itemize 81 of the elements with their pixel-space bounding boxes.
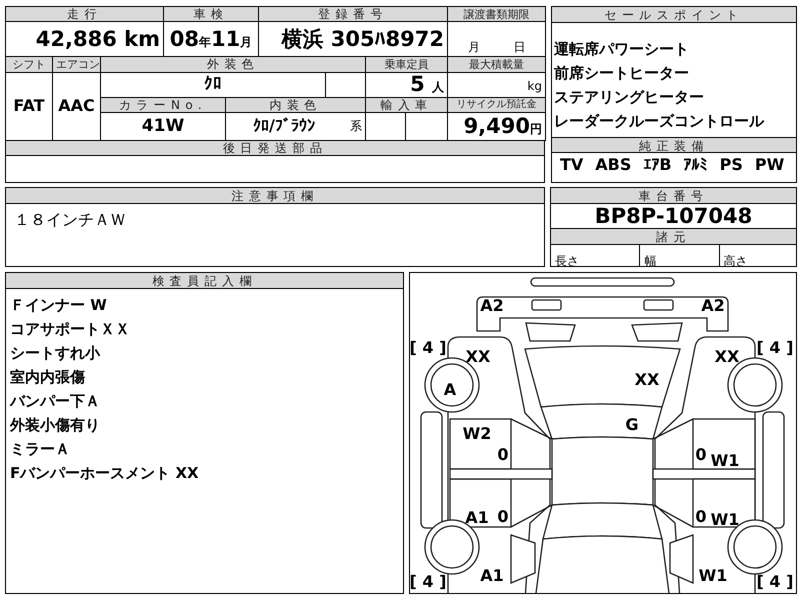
damage-code: XX — [634, 370, 660, 389]
damage-code: A2 — [480, 296, 504, 315]
equipment-item: PW — [754, 154, 784, 176]
field-label: 後日発送部品 — [6, 140, 544, 156]
damage-code: A — [444, 380, 456, 399]
inspector-note: Fバンパーホースメント XX — [10, 464, 199, 482]
section-header: 諸元 — [551, 229, 796, 245]
damage-code: 0 — [497, 507, 509, 526]
section-header: 車台番号 — [551, 188, 796, 204]
inspector-note: ミラーＡ — [10, 440, 70, 458]
chassis-number: BP8P-107048 — [594, 204, 752, 228]
damage-code: [ 4 ] — [756, 338, 794, 357]
field-value: FAT — [6, 72, 52, 140]
field-label: 最大積載量 — [448, 57, 546, 72]
equipment-item: ｴｱB — [643, 154, 672, 176]
field-value: AAC — [52, 72, 100, 140]
inspector-note: シートすれ小 — [10, 344, 100, 362]
field-label: シフト — [6, 57, 52, 72]
damage-code: A1 — [480, 566, 504, 585]
field-label: 乗車定員 — [366, 57, 448, 72]
sale-point-text: レーダークルーズコントロール — [554, 112, 764, 130]
field-value: ｸﾛ/ﾌﾞﾗｳﾝ — [253, 118, 315, 134]
field-label: 走行 — [6, 6, 164, 22]
equipment-item: TV — [560, 154, 584, 176]
damage-code: A2 — [701, 296, 725, 315]
damage-code: [ 4 ] — [756, 572, 794, 591]
field-label: 車検 — [164, 6, 258, 22]
sale-point-text: 運転席パワーシート — [554, 40, 689, 58]
unit-label: 月 — [468, 41, 480, 53]
inspector-note: 外装小傷有り — [10, 416, 100, 434]
year-value: 08 — [170, 26, 199, 50]
inspector-note: 室内内張傷 — [10, 368, 85, 386]
field-label: リサイクル預託金 — [448, 97, 546, 112]
field-label: 輸入車 — [366, 97, 448, 112]
damage-code: [ 4 ] — [410, 572, 446, 591]
damage-code: W2 — [462, 424, 492, 443]
section-header: 純正装備 — [552, 137, 796, 153]
unit-label: 人 — [432, 80, 444, 94]
damage-code: W1 — [698, 566, 728, 585]
unit-label: 年 — [199, 34, 211, 48]
section-header: 注意事項欄 — [6, 188, 544, 204]
field-label: 内装色 — [226, 97, 366, 112]
field-label: 譲渡書類期限 — [448, 6, 546, 22]
note-text: １８インチＡＷ — [14, 210, 126, 229]
field-label: エアコン — [52, 57, 100, 72]
damage-code: 0 — [695, 445, 707, 464]
section-header: セールスポイント — [552, 7, 796, 23]
damage-code: XX — [714, 347, 740, 366]
unit-label: 円 — [530, 122, 542, 136]
damage-code: 0 — [695, 507, 707, 526]
damage-code: W1 — [710, 451, 740, 470]
damage-code: [ 4 ] — [410, 338, 446, 357]
unit-label: kg — [527, 78, 542, 92]
section-header: 検査員記入欄 — [6, 273, 403, 289]
field-value: 5 — [410, 72, 425, 96]
field-value: ｸﾛ — [100, 72, 326, 97]
mileage-value: 42,886 — [36, 26, 117, 50]
unit-label: 系 — [350, 120, 362, 132]
equipment-item: PS — [720, 154, 743, 176]
field-label: カラーNo. — [100, 97, 226, 112]
damage-code: W1 — [710, 510, 740, 529]
inspector-note: Ｆインナー W — [10, 296, 107, 314]
damage-code: A1 — [465, 508, 489, 527]
sale-point-text: ステアリングヒーター — [554, 88, 704, 106]
month-value: 11 — [211, 26, 240, 50]
inspector-note: コアサポートＸＸ — [10, 320, 130, 338]
unit-label: 日 — [513, 41, 526, 53]
inspector-note: バンパー下Ａ — [10, 392, 100, 410]
equipment-item: ABS — [595, 154, 632, 176]
field-value: 9,490 — [464, 114, 530, 138]
field-value: 41W — [100, 112, 226, 140]
unit-label: 月 — [240, 34, 252, 48]
spec-label: 幅 — [644, 254, 656, 268]
unit-label: km — [124, 26, 160, 50]
field-label: 外装色 — [100, 57, 366, 72]
damage-code: XX — [466, 347, 490, 366]
damage-code: 0 — [497, 445, 509, 464]
damage-code: G — [625, 415, 639, 434]
equipment-item: ｱﾙﾐ — [684, 154, 708, 176]
field-label: 登録番号 — [258, 6, 448, 22]
sale-point-text: 前席シートヒーター — [554, 64, 689, 82]
